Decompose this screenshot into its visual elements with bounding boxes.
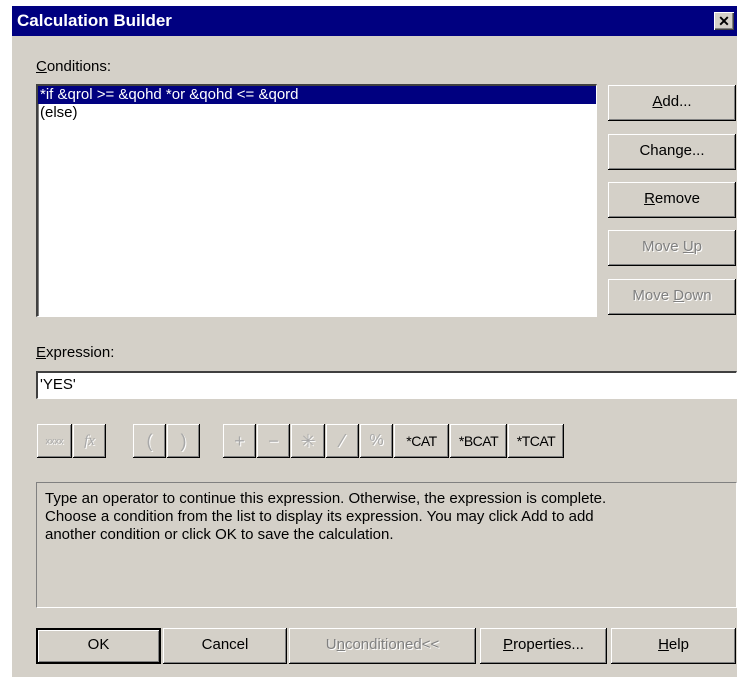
percent-button[interactable]: % (360, 424, 393, 458)
conditions-list[interactable]: *if &qrol >= &qohd *or &qohd <= &qord (e… (36, 84, 597, 317)
cancel-button[interactable]: Cancel (163, 628, 287, 664)
field-icon[interactable]: xxxx (37, 424, 72, 458)
unconditioned-rest: conditioned<< (344, 636, 440, 653)
help-text-line: Choose a condition from the list to disp… (45, 508, 594, 525)
help-button[interactable]: Help (611, 628, 736, 664)
move-up-mnemonic: U (682, 238, 694, 255)
change-button[interactable]: Change... (608, 134, 736, 170)
open-paren-button[interactable]: ( (133, 424, 166, 458)
condition-item[interactable]: (else) (38, 104, 596, 122)
move-up-pre: Move (641, 238, 683, 255)
cat-button[interactable]: *CAT (394, 424, 449, 458)
expression-label-mnemonic: E (36, 344, 47, 361)
ok-button[interactable]: OK (36, 628, 161, 664)
unconditioned-pre: U (325, 636, 337, 653)
remove-label-rest: emove (654, 190, 700, 207)
help-text-line: Type an operator to continue this expres… (45, 490, 607, 507)
help-rest: elp (668, 636, 689, 653)
properties-button[interactable]: Properties... (480, 628, 607, 664)
plus-button[interactable]: + (223, 424, 256, 458)
function-icon[interactable]: fx (73, 424, 106, 458)
help-mnemonic: H (658, 636, 669, 653)
condition-item[interactable]: *if &qrol >= &qohd *or &qohd <= &qord (38, 86, 596, 104)
move-up-rest: p (693, 238, 703, 255)
calculation-builder-dialog: Calculation Builder ✕ Conditions: *if &q… (11, 6, 737, 677)
tcat-button[interactable]: *TCAT (508, 424, 564, 458)
minus-button[interactable]: − (257, 424, 290, 458)
conditions-label-rest: onditions: (46, 58, 112, 75)
window-title: Calculation Builder (17, 11, 172, 30)
bcat-button[interactable]: *BCAT (450, 424, 507, 458)
expression-label-rest: xpression: (46, 344, 115, 361)
multiply-button[interactable]: ✳ (291, 424, 325, 458)
conditions-label-mnemonic: C (36, 58, 47, 75)
remove-mnemonic: R (644, 190, 655, 207)
move-down-pre: Move (632, 287, 674, 304)
help-text-panel: Type an operator to continue this expres… (36, 482, 737, 608)
close-icon[interactable]: ✕ (714, 12, 734, 30)
expression-input[interactable]: 'YES' (36, 371, 737, 399)
help-text-line: another condition or click OK to save th… (45, 526, 394, 543)
move-down-rest: own (684, 287, 712, 304)
close-paren-button[interactable]: ) (167, 424, 200, 458)
move-up-button[interactable]: Move Up (608, 230, 736, 266)
title-bar[interactable]: Calculation Builder ✕ (12, 6, 737, 36)
expression-label: Expression: (36, 344, 114, 361)
move-down-button[interactable]: Move Down (608, 279, 736, 315)
add-mnemonic: A (652, 93, 663, 110)
add-label-rest: dd... (662, 93, 692, 110)
properties-rest: roperties... (513, 636, 584, 653)
unconditioned-button[interactable]: Unconditioned<< (289, 628, 476, 664)
move-down-mnemonic: D (673, 287, 685, 304)
unconditioned-mnemonic: n (336, 636, 345, 653)
remove-button[interactable]: Remove (608, 182, 736, 218)
add-button[interactable]: Add... (608, 85, 736, 121)
conditions-label: Conditions: (36, 58, 111, 75)
properties-mnemonic: P (503, 636, 514, 653)
divide-button[interactable]: ⁄ (326, 424, 359, 458)
